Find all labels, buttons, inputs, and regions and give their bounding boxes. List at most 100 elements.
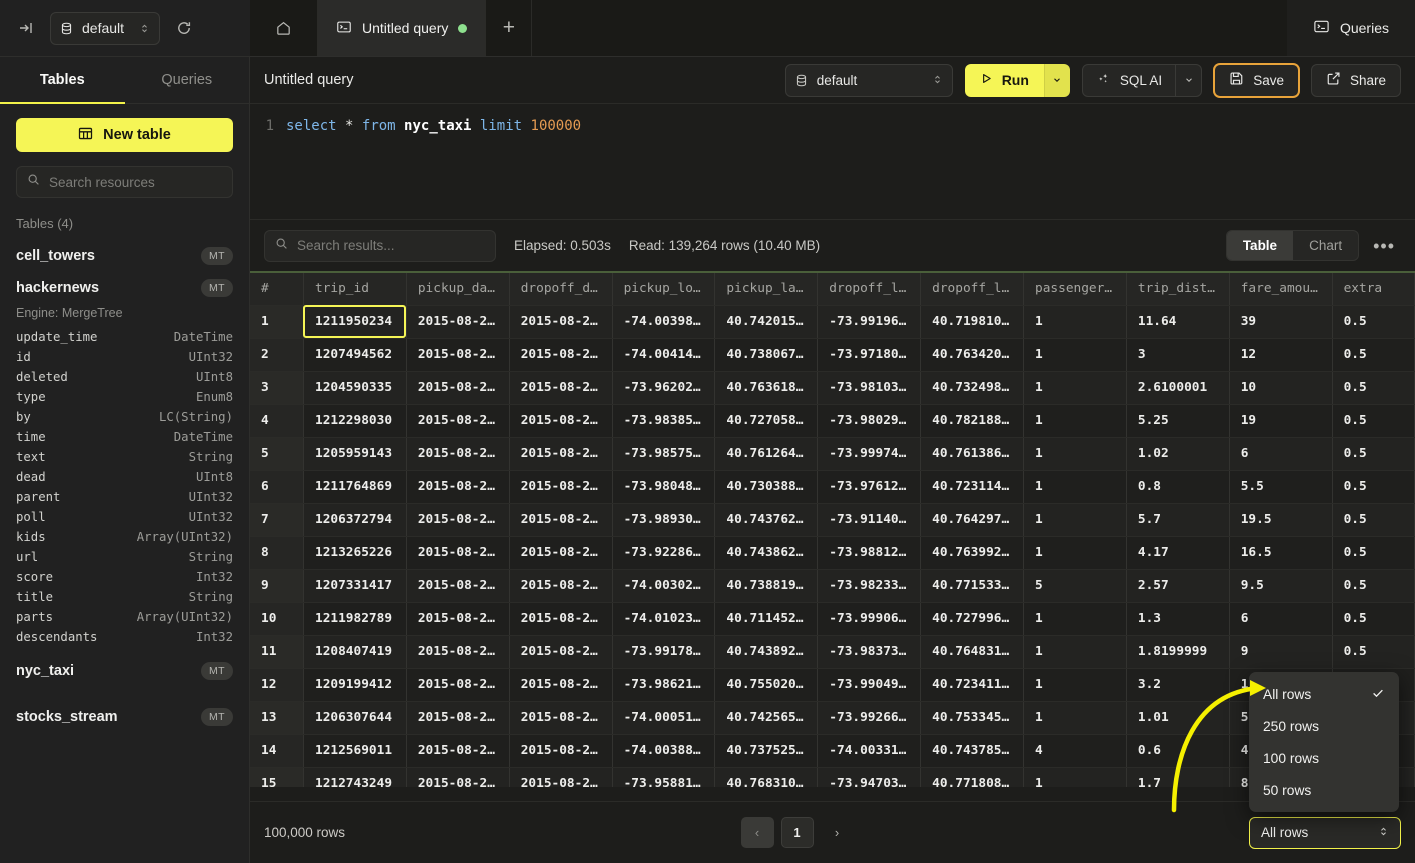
table-cell[interactable]: 40.7270584… <box>715 404 818 437</box>
table-cell[interactable]: -73.982330… <box>818 569 921 602</box>
table-cell[interactable]: 1 <box>1024 305 1127 338</box>
table-cell[interactable]: 1 <box>1024 602 1127 635</box>
table-cell[interactable]: -73.999061… <box>818 602 921 635</box>
table-cell[interactable]: -73.971809… <box>818 338 921 371</box>
table-cell[interactable]: 1 <box>1024 404 1127 437</box>
rows-option-250-rows[interactable]: 250 rows <box>1249 710 1399 742</box>
table-cell[interactable]: 1207331417 <box>303 569 406 602</box>
row-number-cell[interactable]: 4 <box>250 404 303 437</box>
table-cell[interactable]: 10 <box>1229 371 1332 404</box>
rows-option-all-rows[interactable]: All rows <box>1249 678 1399 710</box>
table-cell[interactable]: -73.983734… <box>818 635 921 668</box>
table-cell[interactable]: 1 <box>1024 536 1127 569</box>
table-cell[interactable]: 40.7437858… <box>921 734 1024 767</box>
share-button[interactable]: Share <box>1311 64 1401 97</box>
table-cell[interactable]: 2015-08-25… <box>509 371 612 404</box>
database-selector[interactable]: default <box>50 12 160 45</box>
table-cell[interactable]: 40.7533454… <box>921 701 1024 734</box>
table-cell[interactable]: 2015-08-25… <box>509 503 612 536</box>
sidebar-tab-queries[interactable]: Queries <box>125 57 250 103</box>
panel-collapse-icon[interactable] <box>12 14 40 42</box>
table-cell[interactable]: 16.5 <box>1229 536 1332 569</box>
table-row[interactable]: 412122980302015-08-24…2015-08-25…-73.983… <box>250 404 1415 437</box>
row-number-cell[interactable]: 9 <box>250 569 303 602</box>
table-row[interactable]: 312045903352015-08-24…2015-08-25…-73.962… <box>250 371 1415 404</box>
table-cell[interactable]: 2015-08-25… <box>509 602 612 635</box>
table-cell[interactable]: 1212569011 <box>303 734 406 767</box>
table-cell[interactable]: 40.7425651… <box>715 701 818 734</box>
table-cell[interactable]: 40.7639923… <box>921 536 1024 569</box>
table-row[interactable]: 812132652262015-08-24…2015-08-25…-73.922… <box>250 536 1415 569</box>
table-cell[interactable]: 2015-08-24… <box>406 371 509 404</box>
table-cell[interactable]: 12 <box>1229 338 1332 371</box>
table-cell[interactable]: 2015-08-25… <box>509 470 612 503</box>
table-cell[interactable]: 1213265226 <box>303 536 406 569</box>
table-cell[interactable]: 2015-08-25… <box>509 701 612 734</box>
table-cell[interactable]: 0.5 <box>1332 602 1414 635</box>
table-cell[interactable]: -73.980484… <box>612 470 715 503</box>
table-cell[interactable]: -73.992660… <box>818 701 921 734</box>
table-row[interactable]: 1212091994122015-08-24…2015-08-25…-73.98… <box>250 668 1415 701</box>
table-cell[interactable]: 40.7613868… <box>921 437 1024 470</box>
view-mode-table[interactable]: Table <box>1227 231 1293 260</box>
table-cell[interactable]: 0.5 <box>1332 635 1414 668</box>
table-cell[interactable]: 40.7437629… <box>715 503 818 536</box>
table-cell[interactable]: 2015-08-24… <box>406 305 509 338</box>
table-cell[interactable]: -74.003021… <box>612 569 715 602</box>
table-cell[interactable]: 1.01 <box>1126 701 1229 734</box>
table-cell[interactable]: 3 <box>1126 338 1229 371</box>
column-header[interactable]: pickup_lat… <box>715 273 818 305</box>
add-tab-button[interactable]: + <box>486 0 532 56</box>
table-row[interactable]: 512059591432015-08-24…2015-08-25…-73.985… <box>250 437 1415 470</box>
table-cell[interactable]: 1.8199999 <box>1126 635 1229 668</box>
table-cell[interactable]: 2015-08-25… <box>509 437 612 470</box>
table-cell[interactable]: 40.7114524… <box>715 602 818 635</box>
table-cell[interactable]: 0.5 <box>1332 305 1414 338</box>
table-cell[interactable]: 0.5 <box>1332 404 1414 437</box>
column-header[interactable]: dropoff_lo… <box>818 273 921 305</box>
table-cell[interactable]: 2.6100001 <box>1126 371 1229 404</box>
prev-page-button[interactable]: ‹ <box>741 817 774 848</box>
table-row[interactable]: 212074945622015-08-24…2015-08-25…-74.004… <box>250 338 1415 371</box>
column-header[interactable]: trip_id <box>303 273 406 305</box>
next-page-button[interactable]: › <box>821 817 854 848</box>
table-row[interactable]: 712063727942015-08-24…2015-08-25…-73.989… <box>250 503 1415 536</box>
table-cell[interactable]: 1 <box>1024 503 1127 536</box>
table-cell[interactable]: 5 <box>1024 569 1127 602</box>
table-cell[interactable]: 0.6 <box>1126 734 1229 767</box>
run-options-caret-icon[interactable] <box>1044 64 1070 97</box>
new-table-button[interactable]: New table <box>16 118 233 152</box>
table-cell[interactable]: 1206372794 <box>303 503 406 536</box>
sidebar-tab-tables[interactable]: Tables <box>0 57 125 103</box>
column-header[interactable]: trip_dista… <box>1126 273 1229 305</box>
table-cell[interactable]: 0.5 <box>1332 503 1414 536</box>
table-cell[interactable]: 4 <box>1024 734 1127 767</box>
table-cell[interactable]: 2015-08-24… <box>406 503 509 536</box>
table-cell[interactable]: 5.7 <box>1126 503 1229 536</box>
table-cell[interactable]: -73.989303… <box>612 503 715 536</box>
table-row[interactable]: 1112084074192015-08-24…2015-08-25…-73.99… <box>250 635 1415 668</box>
home-tab[interactable] <box>250 0 318 56</box>
table-cell[interactable]: -73.990493… <box>818 668 921 701</box>
table-cell[interactable]: 3.2 <box>1126 668 1229 701</box>
column-header[interactable]: pickup_lon… <box>612 273 715 305</box>
table-cell[interactable]: 40.7324981… <box>921 371 1024 404</box>
table-cell[interactable]: 1211950234 <box>303 305 406 338</box>
table-cell[interactable]: 2015-08-25… <box>509 338 612 371</box>
table-cell[interactable]: -74.010238… <box>612 602 715 635</box>
table-cell[interactable]: 40.7234115… <box>921 668 1024 701</box>
rows-per-page-dropdown[interactable]: All rows250 rows100 rows50 rows <box>1249 672 1399 812</box>
table-cell[interactable]: 2.57 <box>1126 569 1229 602</box>
table-cell[interactable]: 19 <box>1229 404 1332 437</box>
queries-button[interactable]: Queries <box>1313 18 1389 38</box>
table-cell[interactable]: 0.5 <box>1332 371 1414 404</box>
table-item-nyc_taxi[interactable]: nyc_taxi MT <box>16 655 233 687</box>
table-cell[interactable]: 40.7438621… <box>715 536 818 569</box>
sql-ai-caret-icon[interactable] <box>1175 65 1201 96</box>
table-cell[interactable]: 2015-08-25… <box>509 734 612 767</box>
row-number-cell[interactable]: 13 <box>250 701 303 734</box>
row-number-cell[interactable]: 10 <box>250 602 303 635</box>
table-cell[interactable]: 2015-08-24… <box>406 404 509 437</box>
row-number-cell[interactable]: 11 <box>250 635 303 668</box>
current-page-button[interactable]: 1 <box>781 817 814 848</box>
